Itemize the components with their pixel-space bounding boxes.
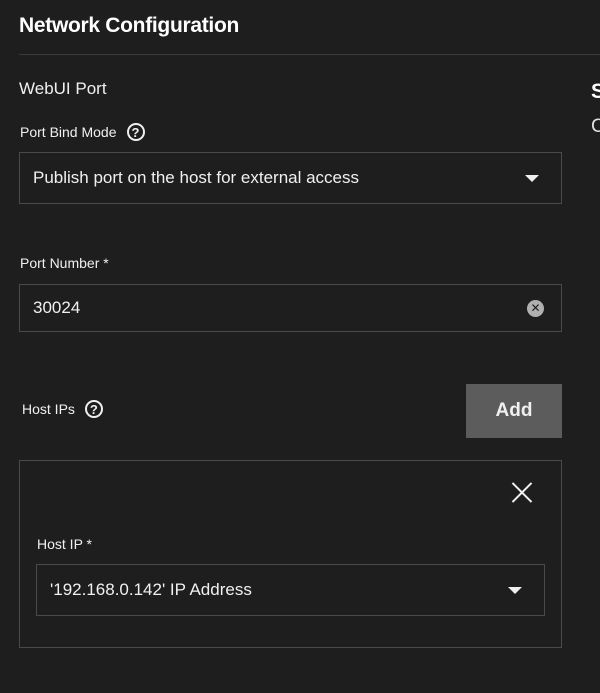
- port-bind-mode-value: Publish port on the host for external ac…: [33, 168, 360, 187]
- caret-down-icon: [508, 586, 522, 594]
- host-ip-label-row: Host IP *: [37, 536, 92, 552]
- port-number-input[interactable]: 30024 ✕: [19, 284, 562, 332]
- right-panel-heading: S: [591, 80, 600, 103]
- port-number-value: 30024: [33, 298, 81, 317]
- port-bind-mode-label: Port Bind Mode: [20, 124, 117, 140]
- host-ips-label: Host IPs: [22, 401, 75, 417]
- add-host-ip-button[interactable]: Add: [466, 384, 562, 438]
- host-ips-label-row: Host IPs ?: [22, 400, 103, 418]
- host-ip-value: '192.168.0.142' IP Address: [50, 580, 252, 599]
- port-number-label-row: Port Number *: [20, 255, 109, 271]
- clear-circle-icon[interactable]: ✕: [527, 299, 544, 317]
- section-title: Network Configuration: [19, 14, 240, 37]
- port-number-label: Port Number *: [20, 255, 109, 271]
- port-bind-mode-select[interactable]: Publish port on the host for external ac…: [19, 152, 562, 204]
- help-circle-icon[interactable]: ?: [84, 400, 103, 418]
- close-icon[interactable]: [511, 481, 533, 503]
- host-ip-label: Host IP *: [37, 536, 92, 552]
- help-circle-icon[interactable]: ?: [126, 123, 145, 141]
- title-divider: [19, 54, 600, 55]
- right-panel-subtext: C: [591, 116, 600, 137]
- host-ip-select[interactable]: '192.168.0.142' IP Address: [36, 564, 545, 616]
- caret-down-icon: [525, 174, 539, 182]
- webui-port-heading: WebUI Port: [19, 79, 107, 98]
- network-configuration-panel: Network Configuration WebUI Port S C Por…: [0, 0, 600, 693]
- host-ip-card: [19, 460, 562, 648]
- port-bind-mode-label-row: Port Bind Mode ?: [20, 123, 145, 141]
